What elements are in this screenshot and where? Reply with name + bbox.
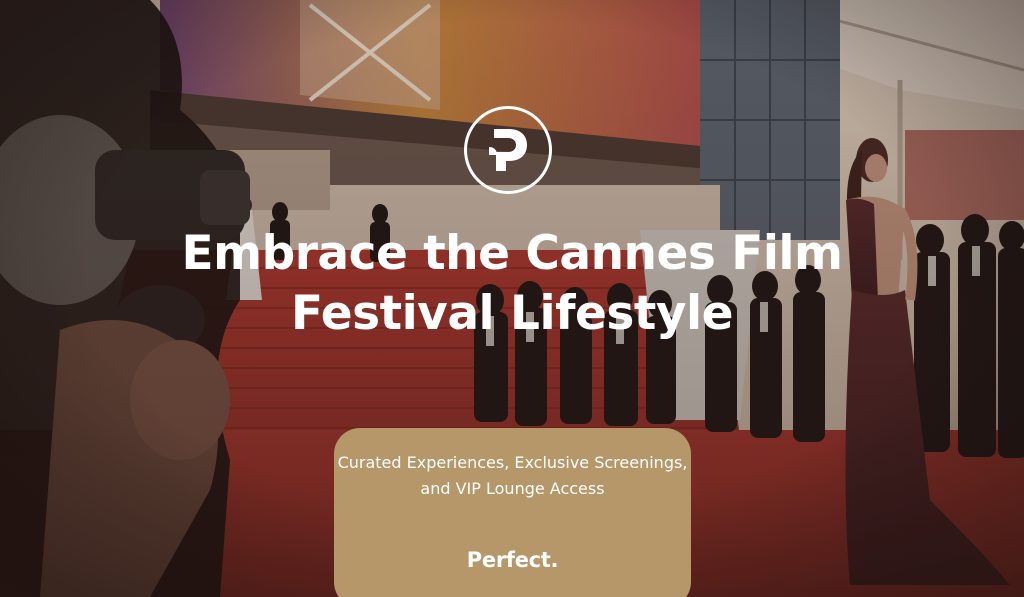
p-monogram-icon: [464, 106, 552, 194]
hero-banner: Embrace the Cannes Film Festival Lifesty…: [0, 0, 1024, 597]
info-card: Curated Experiences, Exclusive Screening…: [334, 428, 691, 597]
hero-headline: Embrace the Cannes Film Festival Lifesty…: [181, 226, 843, 341]
card-tagline: Curated Experiences, Exclusive Screening…: [337, 453, 688, 498]
brand-wordmark: Perfect.: [466, 548, 559, 572]
